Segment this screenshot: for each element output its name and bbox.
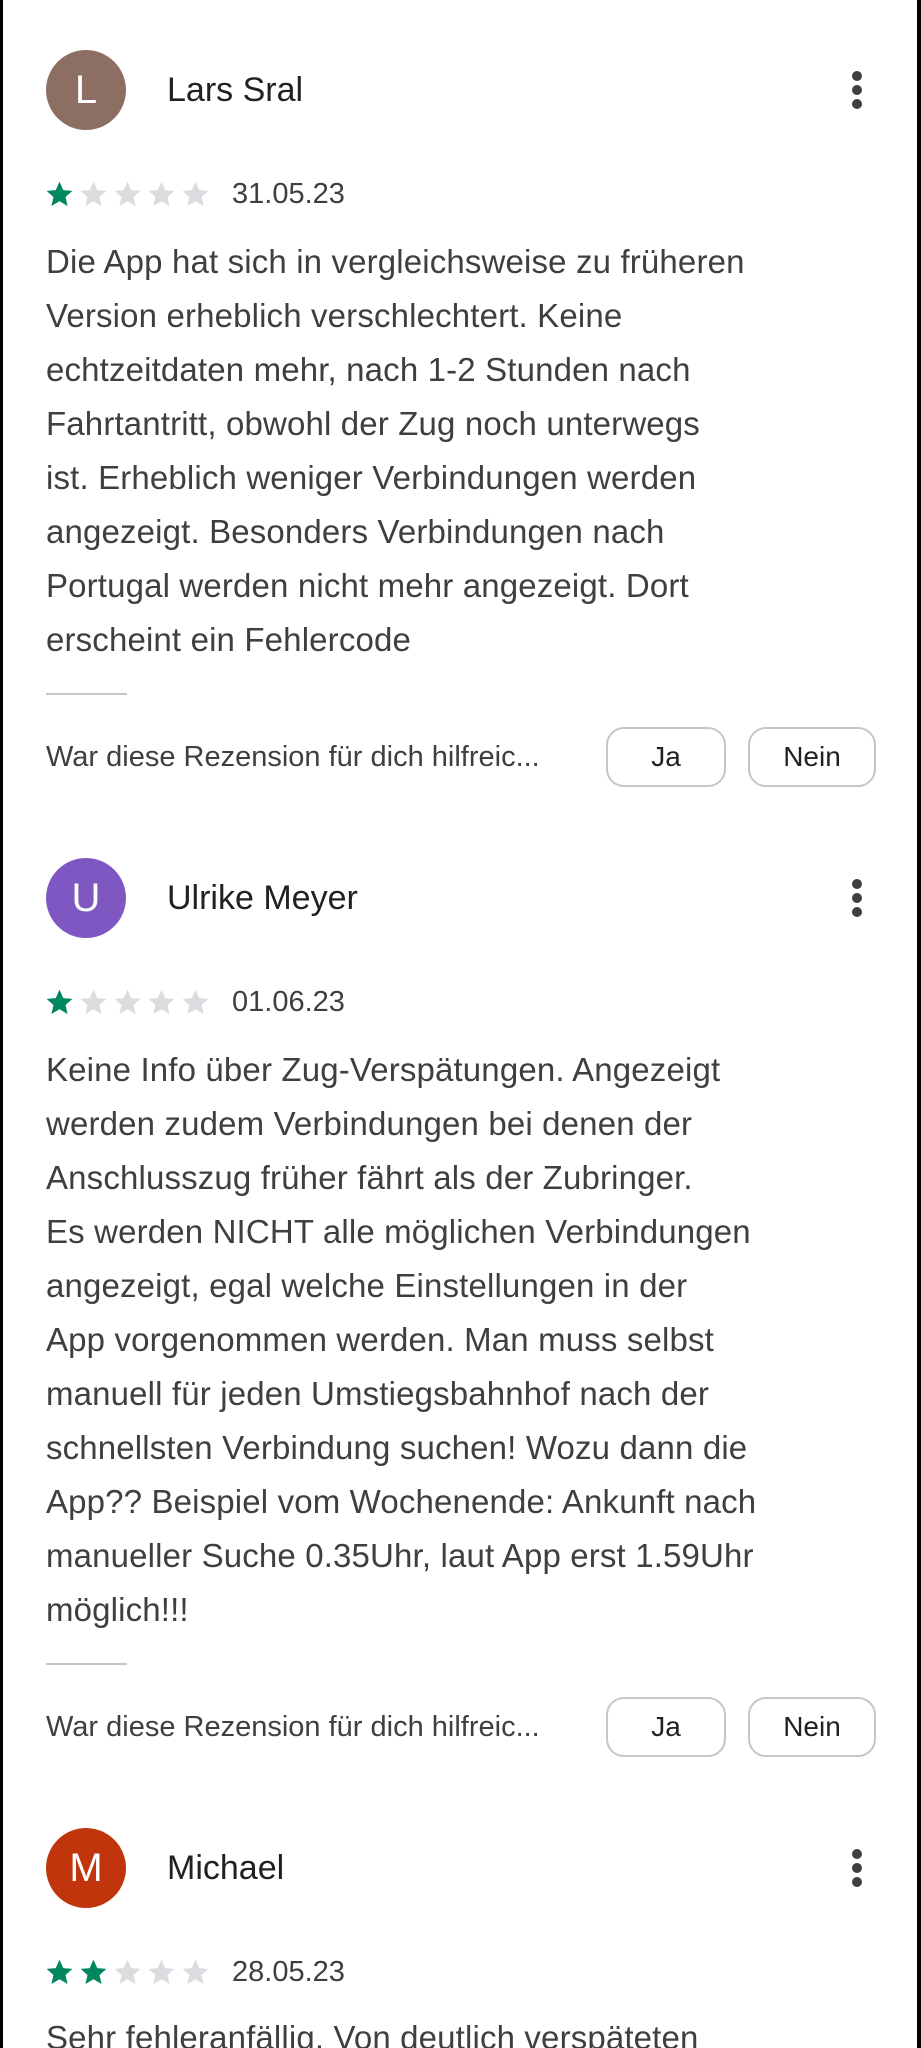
star-empty-icon (148, 181, 175, 206)
more-vert-icon (852, 1849, 862, 1887)
star-empty-icon (148, 989, 175, 1014)
star-empty-icon (148, 1959, 175, 1984)
star-filled-icon (80, 1959, 107, 1984)
review-date: 01.06.23 (232, 986, 345, 1018)
star-empty-icon (114, 989, 141, 1014)
star-empty-icon (182, 1959, 209, 1984)
star-empty-icon (182, 989, 209, 1014)
review-text: Sehr fehleranfällig. Von deutlich verspä… (46, 2019, 699, 2048)
avatar: U (46, 858, 126, 938)
more-vert-icon (852, 879, 862, 917)
star-rating (44, 982, 214, 1022)
more-vert-icon (852, 71, 862, 109)
author-name: Lars Sral (167, 71, 304, 109)
star-empty-icon (80, 989, 107, 1014)
star-empty-icon (182, 181, 209, 206)
avatar: M (46, 1828, 126, 1908)
review-text: Keine Info über Zug-Verspätungen. Angeze… (46, 1051, 757, 1628)
more-options-button[interactable] (833, 858, 881, 938)
more-options-button[interactable] (833, 50, 881, 130)
more-options-button[interactable] (833, 1828, 881, 1908)
divider (46, 693, 127, 695)
star-filled-icon (46, 1959, 73, 1984)
star-empty-icon (114, 181, 141, 206)
helpful-no-button[interactable]: Nein (748, 1697, 876, 1757)
avatar: L (46, 50, 126, 130)
divider (46, 1663, 127, 1665)
helpful-question: War diese Rezension für dich hilfreic... (46, 741, 540, 773)
screen-edge-left (0, 0, 3, 2048)
reviews-screen: L Lars Sral 31.05.23 Die App hat sich in… (0, 0, 921, 2048)
helpful-no-button[interactable]: Nein (748, 727, 876, 787)
star-rating (44, 174, 214, 214)
screen-edge-right (917, 0, 921, 2048)
star-filled-icon (46, 989, 73, 1014)
author-name: Michael (167, 1849, 285, 1887)
review-date: 31.05.23 (232, 178, 345, 210)
review-date: 28.05.23 (232, 1956, 345, 1988)
star-rating (44, 1952, 214, 1992)
review-text: Die App hat sich in vergleichsweise zu f… (46, 243, 745, 658)
star-filled-icon (46, 181, 73, 206)
star-empty-icon (80, 181, 107, 206)
star-empty-icon (114, 1959, 141, 1984)
helpful-yes-button[interactable]: Ja (606, 1697, 726, 1757)
helpful-question: War diese Rezension für dich hilfreic... (46, 1711, 540, 1743)
author-name: Ulrike Meyer (167, 879, 358, 917)
helpful-yes-button[interactable]: Ja (606, 727, 726, 787)
